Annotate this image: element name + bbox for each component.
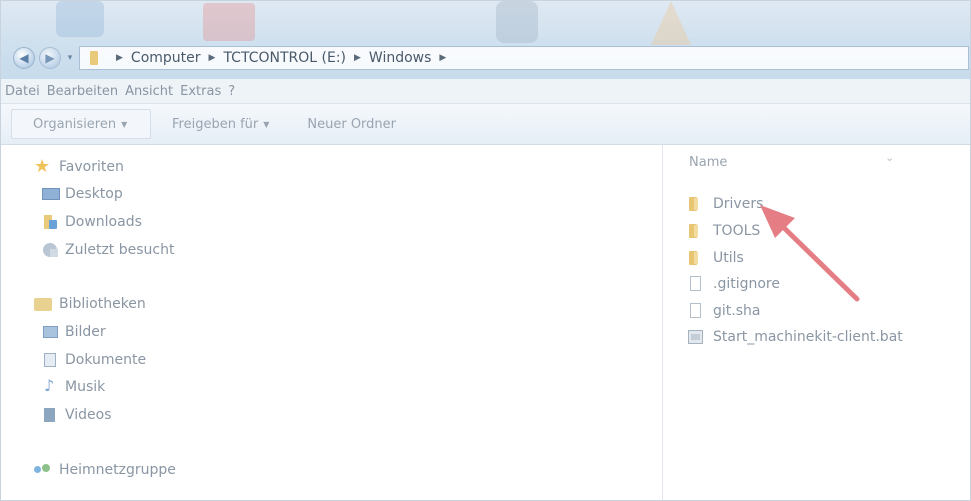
column-header-name[interactable]: Name ⌄ xyxy=(689,151,894,170)
nav-item-downloads[interactable]: Downloads xyxy=(42,212,142,232)
menu-bar: Datei Bearbeiten Ansicht Extras ? xyxy=(1,79,970,104)
downloads-icon xyxy=(42,214,60,230)
libraries-icon xyxy=(34,296,54,312)
nav-homegroup[interactable]: Heimnetzgruppe xyxy=(34,460,176,480)
new-folder-button[interactable]: Neuer Ordner xyxy=(297,109,406,139)
folder-icon xyxy=(688,196,704,212)
nav-item-label: Dokumente xyxy=(65,352,147,368)
folder-icon xyxy=(688,223,704,239)
breadcrumb-computer[interactable]: Computer xyxy=(131,50,201,66)
file-icon xyxy=(688,303,704,319)
star-icon xyxy=(34,156,54,177)
sort-chevron-icon: ⌄ xyxy=(885,151,895,164)
dropdown-arrow-icon: ▼ xyxy=(121,119,128,129)
menu-file[interactable]: Datei xyxy=(5,84,40,99)
desktop-icon xyxy=(42,186,60,202)
batch-file-icon xyxy=(688,329,704,345)
nav-item-label: Zuletzt besucht xyxy=(65,242,175,258)
nav-favorites[interactable]: Favoriten xyxy=(34,156,124,177)
file-icon xyxy=(688,276,704,292)
documents-icon xyxy=(42,352,60,368)
chevron-right-icon[interactable]: ▶ xyxy=(209,53,216,63)
background-icon xyxy=(203,3,255,41)
nav-item-label: Desktop xyxy=(65,186,123,202)
file-row-start-bat[interactable]: Start_machinekit-client.bat xyxy=(688,326,903,348)
nav-favorites-label: Favoriten xyxy=(59,159,124,175)
title-bar: ◀ ▶ ▾ ▶ Computer ▶ TCTCONTROL (E:) ▶ Win… xyxy=(1,1,970,79)
menu-help[interactable]: ? xyxy=(228,84,235,99)
background-icon xyxy=(496,1,538,43)
nav-item-music[interactable]: Musik xyxy=(42,376,106,397)
background-icon xyxy=(56,1,104,37)
command-bar: Organisieren ▼ Freigeben für ▼ Neuer Ord… xyxy=(1,104,970,145)
chevron-right-icon[interactable]: ▶ xyxy=(439,53,446,63)
new-folder-label: Neuer Ordner xyxy=(307,116,397,132)
share-with-button[interactable]: Freigeben für ▼ xyxy=(161,109,279,139)
dropdown-arrow-icon: ▼ xyxy=(263,119,270,129)
file-name: Drivers xyxy=(713,196,764,212)
address-bar[interactable]: ▶ Computer ▶ TCTCONTROL (E:) ▶ Windows ▶ xyxy=(79,46,969,70)
nav-item-desktop[interactable]: Desktop xyxy=(42,184,123,204)
forward-button[interactable]: ▶ xyxy=(39,47,61,69)
background-icon xyxy=(651,1,691,45)
file-name: TOOLS xyxy=(713,223,761,239)
file-row-tools[interactable]: TOOLS xyxy=(688,220,760,242)
chevron-right-icon[interactable]: ▶ xyxy=(116,53,123,63)
menu-tools[interactable]: Extras xyxy=(180,84,221,99)
chevron-right-icon[interactable]: ▶ xyxy=(354,53,361,63)
menu-edit[interactable]: Bearbeiten xyxy=(47,84,118,99)
file-name: Start_machinekit-client.bat xyxy=(713,329,903,345)
nav-libraries[interactable]: Bibliotheken xyxy=(34,294,146,314)
nav-item-pictures[interactable]: Bilder xyxy=(42,322,106,342)
file-name: Utils xyxy=(713,250,744,266)
column-header-label: Name xyxy=(689,155,728,170)
music-icon xyxy=(42,376,60,395)
arrow-left-icon: ◀ xyxy=(19,51,29,65)
file-row-git-sha[interactable]: git.sha xyxy=(688,300,760,322)
folder-icon xyxy=(688,250,704,266)
folder-icon xyxy=(88,50,102,66)
nav-libraries-label: Bibliotheken xyxy=(59,296,146,312)
file-row-utils[interactable]: Utils xyxy=(688,247,744,269)
nav-item-label: Bilder xyxy=(65,324,106,340)
file-list-pane: Name ⌄ Drivers TOOLS Utils .gitignore gi… xyxy=(663,145,970,500)
homegroup-icon xyxy=(34,462,54,478)
nav-item-recent-places[interactable]: Zuletzt besucht xyxy=(42,240,174,260)
back-button[interactable]: ◀ xyxy=(13,47,35,69)
organize-label: Organisieren xyxy=(33,116,117,132)
file-name: git.sha xyxy=(713,303,761,319)
menu-view[interactable]: Ansicht xyxy=(125,84,173,99)
file-row-gitignore[interactable]: .gitignore xyxy=(688,273,780,295)
nav-homegroup-label: Heimnetzgruppe xyxy=(59,462,176,478)
share-label: Freigeben für xyxy=(172,116,259,132)
pictures-icon xyxy=(42,324,60,340)
breadcrumb-drive[interactable]: TCTCONTROL (E:) xyxy=(223,50,346,66)
recent-pages-dropdown[interactable]: ▾ xyxy=(65,51,75,65)
nav-item-documents[interactable]: Dokumente xyxy=(42,350,146,370)
organize-button[interactable]: Organisieren ▼ xyxy=(11,109,151,139)
navigation-pane: Favoriten Desktop Downloads Zuletzt besu… xyxy=(1,145,663,500)
explorer-window: ◀ ▶ ▾ ▶ Computer ▶ TCTCONTROL (E:) ▶ Win… xyxy=(0,0,971,501)
nav-item-label: Videos xyxy=(65,407,112,423)
nav-item-label: Musik xyxy=(65,379,106,395)
file-row-drivers[interactable]: Drivers xyxy=(688,193,763,215)
videos-icon xyxy=(42,407,60,423)
recent-places-icon xyxy=(42,242,60,258)
nav-item-videos[interactable]: Videos xyxy=(42,405,112,425)
breadcrumb-windows[interactable]: Windows xyxy=(369,50,432,66)
arrow-right-icon: ▶ xyxy=(45,51,55,65)
nav-item-label: Downloads xyxy=(65,214,142,230)
file-name: .gitignore xyxy=(713,276,780,292)
